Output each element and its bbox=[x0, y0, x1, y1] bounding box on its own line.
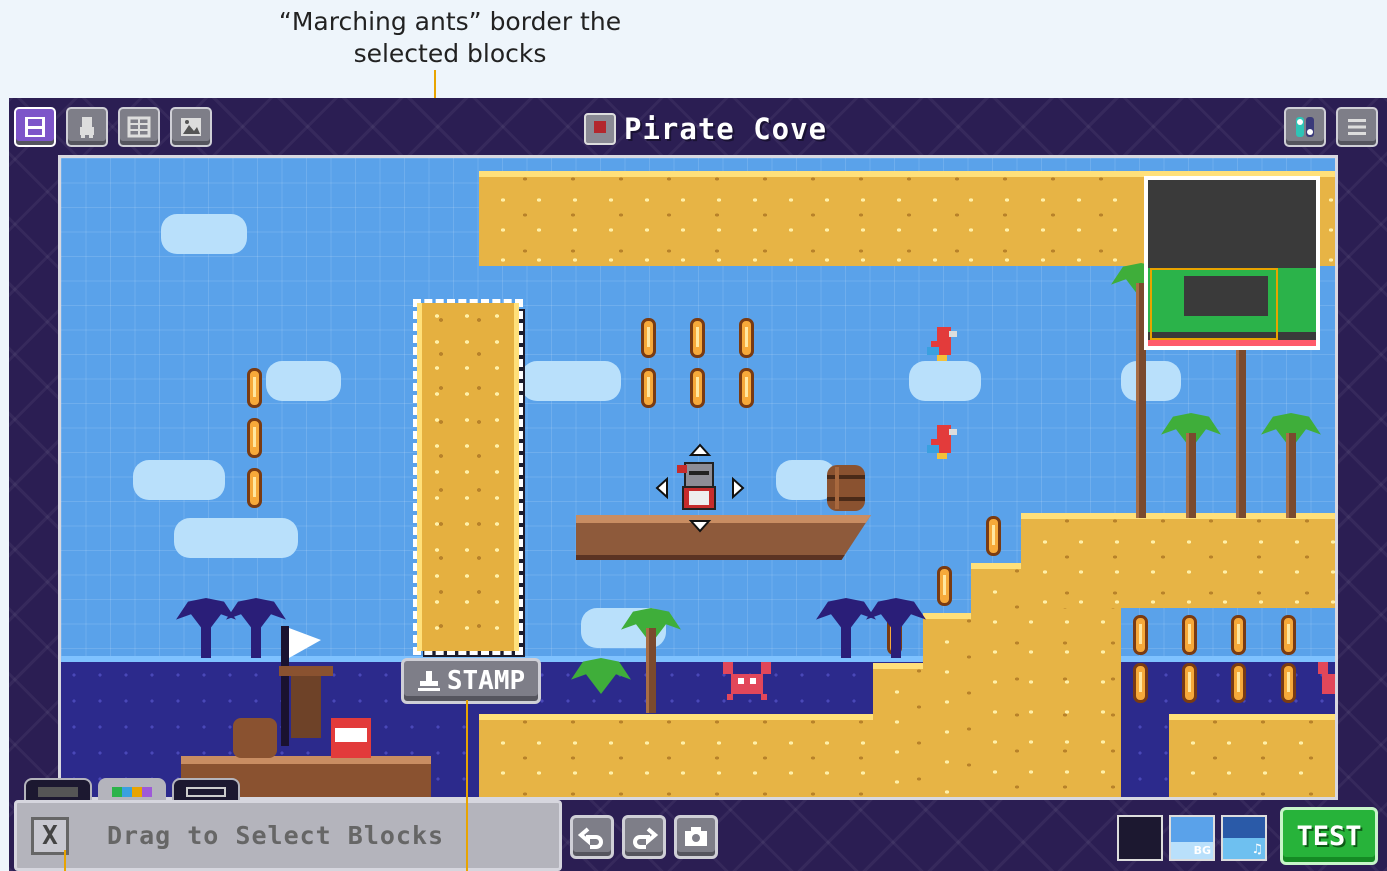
image-icon bbox=[181, 118, 201, 136]
ground-right-low bbox=[1169, 714, 1335, 797]
menu-button[interactable] bbox=[1336, 107, 1378, 147]
coin bbox=[690, 318, 705, 358]
cloud bbox=[266, 361, 341, 401]
status-bar: X Drag to Select Blocks bbox=[14, 800, 562, 871]
tools-tab-icon bbox=[186, 787, 226, 797]
save-disk-icon bbox=[25, 117, 45, 137]
level-icon bbox=[584, 113, 616, 145]
crab-icon bbox=[1318, 662, 1335, 694]
editor-frame: Pirate Cove STAMP X Drag to Select Block… bbox=[9, 98, 1387, 871]
music-thumbnail[interactable]: ♫ bbox=[1221, 815, 1267, 861]
coin bbox=[1281, 663, 1296, 703]
minimap-water bbox=[1148, 340, 1316, 346]
coin bbox=[1231, 615, 1246, 655]
settings-toggle-button[interactable] bbox=[1284, 107, 1326, 147]
coin bbox=[1133, 615, 1148, 655]
cloud bbox=[909, 361, 981, 401]
barrel-icon bbox=[827, 465, 865, 511]
coin bbox=[1133, 663, 1148, 703]
coin bbox=[690, 368, 705, 408]
palm-tree bbox=[621, 608, 681, 713]
coin bbox=[739, 368, 754, 408]
cloud bbox=[174, 518, 298, 558]
stamp-label: STAMP bbox=[446, 666, 526, 696]
hamburger-icon bbox=[1348, 119, 1366, 135]
selected-blocks[interactable] bbox=[413, 299, 523, 655]
stamp-icon bbox=[417, 671, 440, 691]
ground-upper-right bbox=[1021, 513, 1335, 608]
character-icon bbox=[80, 117, 94, 138]
coin bbox=[641, 368, 656, 408]
coin bbox=[247, 418, 262, 458]
level-title-text: Pirate Cove bbox=[624, 112, 828, 146]
palm-tree bbox=[1161, 413, 1221, 518]
coin bbox=[937, 566, 952, 606]
background-thumbnail[interactable]: BG bbox=[1169, 815, 1215, 861]
cloud bbox=[161, 214, 247, 254]
level-canvas[interactable]: STAMP bbox=[58, 155, 1338, 800]
level-thumbnail[interactable] bbox=[1117, 815, 1163, 861]
annotation-leader-line bbox=[466, 700, 468, 871]
tiles-tool-button[interactable] bbox=[118, 107, 160, 147]
player-knight-icon bbox=[655, 443, 745, 533]
parrot-icon bbox=[927, 327, 957, 361]
coin bbox=[247, 468, 262, 508]
minimap-viewport bbox=[1150, 268, 1278, 340]
blocks-tab-icon bbox=[38, 787, 78, 797]
parrot-icon bbox=[927, 425, 957, 459]
redo-button[interactable] bbox=[622, 815, 666, 859]
background-tool-button[interactable] bbox=[170, 107, 212, 147]
camera-icon bbox=[685, 827, 707, 846]
distant-palm bbox=[816, 598, 876, 658]
undo-button[interactable] bbox=[570, 815, 614, 859]
status-message: Drag to Select Blocks bbox=[107, 821, 445, 850]
palm-tree bbox=[571, 658, 631, 713]
screenshot-button[interactable] bbox=[674, 815, 718, 859]
coin bbox=[1182, 663, 1197, 703]
close-selection-button[interactable]: X bbox=[31, 816, 69, 855]
annotation-leader-line bbox=[64, 850, 66, 871]
redo-icon bbox=[633, 827, 658, 849]
coin bbox=[1182, 615, 1197, 655]
blocks-tool-button[interactable] bbox=[14, 107, 56, 147]
music-thumbnail-label: ♫ bbox=[1251, 842, 1263, 857]
toggle-icon bbox=[1296, 117, 1314, 137]
coin bbox=[641, 318, 656, 358]
undo-icon bbox=[578, 827, 603, 849]
background-thumbnail-label: BG bbox=[1193, 844, 1211, 857]
coin bbox=[986, 516, 1001, 556]
distant-palm bbox=[866, 598, 926, 658]
palm-tree bbox=[1261, 413, 1321, 518]
crab-icon bbox=[723, 662, 771, 700]
characters-tool-button[interactable] bbox=[66, 107, 108, 147]
cloud bbox=[521, 361, 621, 401]
items-tab-icon bbox=[112, 787, 152, 797]
coin bbox=[1281, 615, 1296, 655]
cloud bbox=[133, 460, 225, 500]
coin bbox=[739, 318, 754, 358]
pirate-ship-icon bbox=[181, 626, 431, 797]
minimap[interactable] bbox=[1144, 176, 1320, 350]
stamp-button[interactable]: STAMP bbox=[401, 658, 541, 704]
test-button[interactable]: TEST bbox=[1280, 807, 1378, 865]
grid-icon bbox=[127, 116, 151, 138]
annotation-marching-ants: “Marching ants” border the selected bloc… bbox=[278, 7, 622, 68]
coin bbox=[1231, 663, 1246, 703]
level-title: Pirate Cove bbox=[584, 110, 827, 148]
coin bbox=[247, 368, 262, 408]
